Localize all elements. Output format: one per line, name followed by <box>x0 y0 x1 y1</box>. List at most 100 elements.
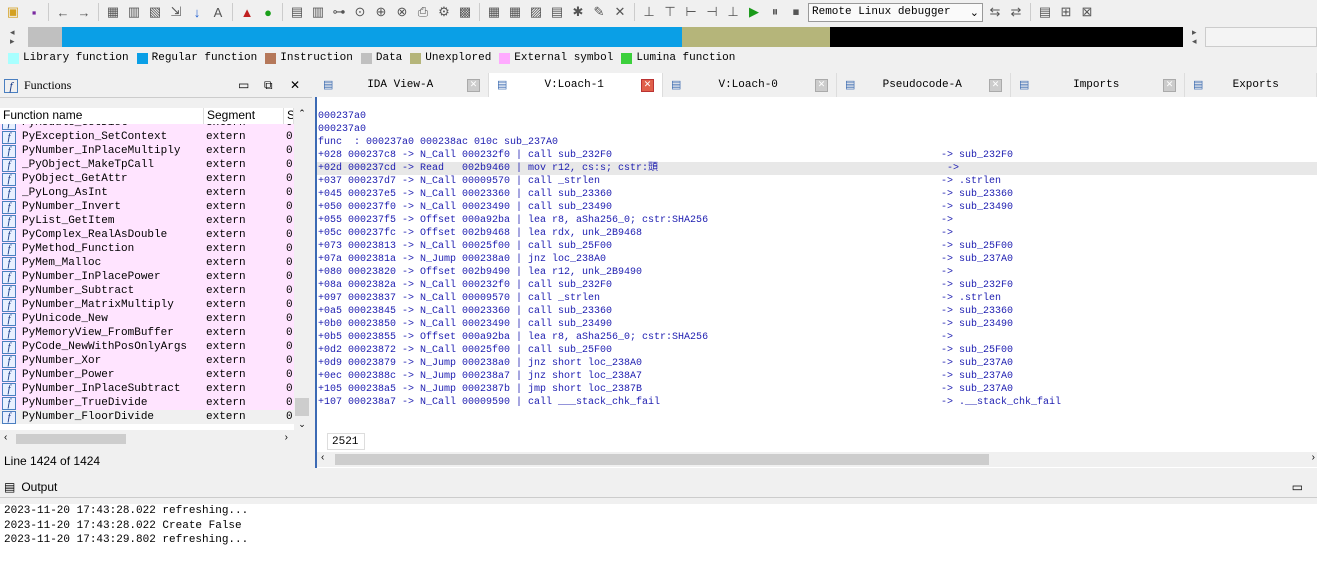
stop-process-icon[interactable]: ⏹ <box>787 3 805 21</box>
scroll-left-icon[interactable]: ‹ <box>321 452 324 463</box>
settings-icon[interactable]: ⚙ <box>435 3 453 21</box>
scroll-thumb[interactable] <box>16 434 126 444</box>
scroll-right-icon[interactable]: › <box>1312 452 1315 463</box>
find-icon[interactable]: ⊕ <box>372 3 390 21</box>
function-row[interactable]: f PyNumber_MatrixMultiply extern 0 <box>0 298 294 312</box>
code-line[interactable]: +105 000238a5 -> N_Jump 0002387b | jmp s… <box>317 383 1317 396</box>
debugger-select[interactable]: Remote Linux debugger ⌄ <box>808 2 983 22</box>
function-row[interactable]: f PyList_GetItem extern 0 <box>0 214 294 228</box>
search-icon[interactable]: ⊙ <box>351 3 369 21</box>
function-row[interactable]: f PyMem_Malloc extern 0 <box>0 256 294 270</box>
tab-close-icon[interactable]: ✕ <box>989 78 1002 92</box>
plugin-close-icon[interactable]: ⊠ <box>1078 3 1096 21</box>
function-row[interactable]: f PyNumber_TrueDivide extern 0 <box>0 396 294 410</box>
function-row[interactable]: f PyObject_GetAttr extern 0 <box>0 172 294 186</box>
function-row[interactable]: f _PyObject_MakeTpCall extern 0 <box>0 158 294 172</box>
function-row[interactable]: f PyNumber_InPlaceSubtract extern 0 <box>0 382 294 396</box>
nav-zoom-box[interactable] <box>1205 27 1317 47</box>
scroll-thumb[interactable] <box>295 398 309 416</box>
function-row[interactable]: f PyMethod_Function extern 0 <box>0 242 294 256</box>
jump-icon[interactable]: ⇲ <box>167 3 185 21</box>
function-row[interactable]: f _PyLong_AsInt extern 0 <box>0 186 294 200</box>
graph-icon[interactable]: ⊶ <box>330 3 348 21</box>
code-line[interactable]: 000237a0 <box>317 110 1317 123</box>
maximize-icon[interactable]: ▭ <box>238 78 249 93</box>
refs-icon[interactable]: ⊢ <box>682 3 700 21</box>
navigation-band[interactable] <box>28 27 1183 47</box>
code-line[interactable]: +0a5 00023845 -> N_Call 00023360 | call … <box>317 305 1317 318</box>
nav-scroll-left-icon[interactable]: ◂ ▸ <box>10 28 15 46</box>
code-line[interactable]: +02d 000237cd -> Read 002b9460 | mov r12… <box>317 162 1317 175</box>
code-line[interactable]: +0b0 00023850 -> N_Call 00023490 | call … <box>317 318 1317 331</box>
maximize-icon[interactable]: ▭ <box>1292 480 1303 494</box>
code-line[interactable]: +037 000237d7 -> N_Call 00009570 | call … <box>317 175 1317 188</box>
navband-segment[interactable] <box>28 27 62 47</box>
code-view[interactable]: 000237a0 000237a0 func : 000237a0 000238ac… <box>315 97 1317 430</box>
code-line[interactable]: +050 000237f0 -> N_Call 00023490 | call … <box>317 201 1317 214</box>
nav-scroll-right-icon[interactable]: ▸ ◂ <box>1192 28 1197 46</box>
scroll-left-icon[interactable]: ‹ <box>4 432 7 443</box>
code-line[interactable]: +08a 0002382a -> N_Call 000232f0 | call … <box>317 279 1317 292</box>
code-line[interactable]: +073 00023813 -> N_Call 00025f00 | call … <box>317 240 1317 253</box>
code-horizontal-scrollbar[interactable]: ‹ › <box>317 452 1317 467</box>
code-line[interactable]: +0d2 00023872 -> N_Call 00025f00 | call … <box>317 344 1317 357</box>
column-start[interactable]: S <box>284 108 294 124</box>
back-icon[interactable]: ← <box>54 3 72 21</box>
function-row[interactable]: f PyNumber_Invert extern 0 <box>0 200 294 214</box>
function-row[interactable]: f PyNumber_Xor extern 0 <box>0 354 294 368</box>
patch-icon[interactable]: ✱ <box>569 3 587 21</box>
open-icon[interactable]: ▣ <box>4 3 22 21</box>
text-icon[interactable]: ▥ <box>125 3 143 21</box>
function-row[interactable]: f PyComplex_RealAsDouble extern 0 <box>0 228 294 242</box>
attach-icon[interactable]: ⇆ <box>986 3 1004 21</box>
xref-icon[interactable]: ⊗ <box>393 3 411 21</box>
forward-icon[interactable]: → <box>75 3 93 21</box>
function-row[interactable]: f PyException_SetContext extern 0 <box>0 130 294 144</box>
tab-close-icon[interactable]: ✕ <box>640 78 654 92</box>
code-line[interactable]: func : 000237a0 000238ac 010c sub_237A0 <box>317 136 1317 149</box>
scroll-right-icon[interactable]: › <box>285 432 288 443</box>
function-row[interactable]: f PyUnicode_New extern 0 <box>0 312 294 326</box>
code-line[interactable]: +0b5 00023855 -> Offset 000a92ba | lea r… <box>317 331 1317 344</box>
hex-icon[interactable]: ▧ <box>146 3 164 21</box>
tab-pseudocode-a[interactable]: ▤ Pseudocode-A ✕ <box>837 73 1011 97</box>
enum-icon[interactable]: ▤ <box>548 3 566 21</box>
tab-close-icon[interactable]: ✕ <box>466 78 480 92</box>
function-row[interactable]: f PyMemoryView_FromBuffer extern 0 <box>0 326 294 340</box>
stop-icon[interactable]: ▲ <box>238 3 256 21</box>
navband-segment[interactable] <box>62 27 682 47</box>
code-line[interactable]: +028 000237c8 -> N_Call 000232f0 | call … <box>317 149 1317 162</box>
plugin-icon[interactable]: ⊞ <box>1057 3 1075 21</box>
color-icon[interactable]: ▩ <box>456 3 474 21</box>
print-icon[interactable]: ⎙ <box>414 3 432 21</box>
tab-v-loach-0[interactable]: ▤ V:Loach-0 ✕ <box>663 73 837 97</box>
code-line[interactable]: +055 000237f5 -> Offset 000a92ba | lea r… <box>317 214 1317 227</box>
font-icon[interactable]: A <box>209 3 227 21</box>
tab-close-icon[interactable]: ✕ <box>814 78 828 92</box>
code-line[interactable]: +07a 0002381a -> N_Jump 000238a0 | jnz l… <box>317 253 1317 266</box>
struct-icon[interactable]: ▨ <box>527 3 545 21</box>
navband-segment[interactable] <box>682 27 830 47</box>
tab-ida-view-a[interactable]: ▤ IDA View-A ✕ <box>315 73 489 97</box>
tree-icon[interactable]: ▥ <box>309 3 327 21</box>
pause-icon[interactable]: ⏸ <box>766 3 784 21</box>
down-arrow-icon[interactable]: ↓ <box>188 3 206 21</box>
code-line[interactable]: +0ec 0002388c -> N_Jump 000238a7 | jnz s… <box>317 370 1317 383</box>
detach-icon[interactable]: ⇄ <box>1007 3 1025 21</box>
chart-icon[interactable]: ⊥ <box>724 3 742 21</box>
save-icon[interactable]: ▪ <box>25 3 43 21</box>
flow-icon[interactable]: ⊤ <box>661 3 679 21</box>
code-line[interactable]: +05c 000237fc -> Offset 002b9468 | lea r… <box>317 227 1317 240</box>
callgraph-icon[interactable]: ⊥ <box>640 3 658 21</box>
code-line[interactable]: +045 000237e5 -> N_Call 00023360 | call … <box>317 188 1317 201</box>
float-icon[interactable]: ⧉ <box>264 78 273 93</box>
tab-imports[interactable]: ▤ Imports ✕ <box>1011 73 1185 97</box>
close-icon[interactable]: ✕ <box>290 78 300 93</box>
code-line[interactable]: +097 00023837 -> N_Call 00009570 | call … <box>317 292 1317 305</box>
column-segment[interactable]: Segment <box>204 108 284 124</box>
list-icon[interactable]: ▤ <box>288 3 306 21</box>
function-row[interactable]: f PyNumber_FloorDivide extern 0 <box>0 410 294 424</box>
code-line[interactable]: 000237a0 <box>317 123 1317 136</box>
tab-exports[interactable]: ▤ Exports <box>1185 73 1317 97</box>
scroll-thumb[interactable] <box>335 454 989 465</box>
